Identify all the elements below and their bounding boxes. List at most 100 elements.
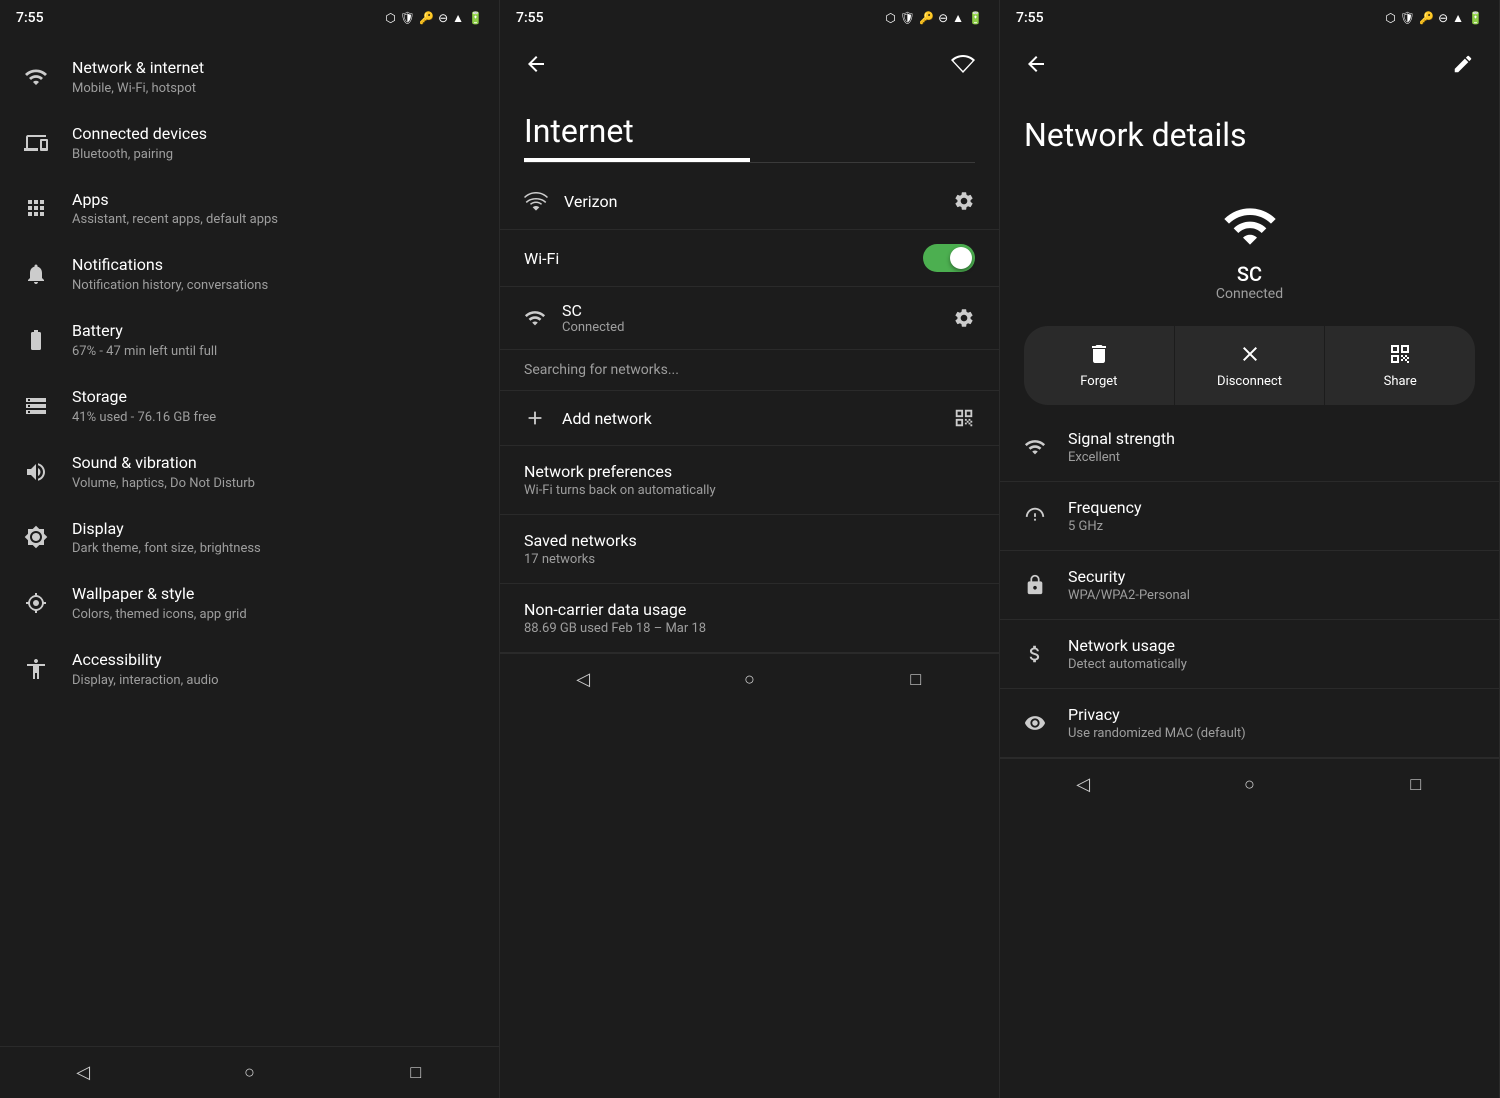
notifications-item-subtitle: Notification history, conversations <box>72 278 479 293</box>
home-button[interactable]: ○ <box>229 1053 269 1093</box>
back-button-internet[interactable] <box>516 44 556 84</box>
display-icon <box>20 521 52 553</box>
privacy-value: Use randomized MAC (default) <box>1068 726 1475 741</box>
wifi-toggle[interactable] <box>923 244 975 272</box>
carrier-settings-icon[interactable] <box>953 190 975 212</box>
sidebar-item-sound[interactable]: Sound & vibration Volume, haptics, Do No… <box>0 439 499 505</box>
forget-button[interactable]: Forget <box>1024 326 1175 405</box>
signal-strength-row: Signal strength Excellent <box>1000 413 1499 482</box>
signal-icon: ▲ <box>452 11 464 25</box>
back-button[interactable]: ◁ <box>63 1053 103 1093</box>
bottom-nav-1: ◁ ○ □ <box>0 1046 499 1098</box>
hero-connected-status: Connected <box>1216 286 1283 302</box>
security-info: Security WPA/WPA2-Personal <box>1068 567 1475 603</box>
recents-button-2[interactable]: □ <box>896 660 936 700</box>
signal-value: Excellent <box>1068 450 1475 465</box>
details-top-bar <box>1000 36 1499 92</box>
frequency-info: Frequency 5 GHz <box>1068 498 1475 534</box>
saved-networks-title: Saved networks <box>524 531 975 550</box>
status-icons-2: ⬡ 🛡 🔑 ⊖ ▲ 🔋 <box>885 11 983 25</box>
details-header: Network details <box>1000 92 1499 174</box>
display-item-title: Display <box>72 519 479 540</box>
carrier-name: Verizon <box>564 192 937 211</box>
devices-item-title: Connected devices <box>72 124 479 145</box>
tab-active[interactable] <box>524 158 750 162</box>
network-preferences-item[interactable]: Network preferences Wi-Fi turns back on … <box>500 446 999 515</box>
sidebar-item-display[interactable]: Display Dark theme, font size, brightnes… <box>0 505 499 571</box>
accessibility-item-text: Accessibility Display, interaction, audi… <box>72 650 479 688</box>
frequency-row: Frequency 5 GHz <box>1000 482 1499 551</box>
network-settings-icon[interactable] <box>953 307 975 329</box>
network-info: SC Connected <box>562 301 937 335</box>
status-bar-2: 7:55 ⬡ 🛡 🔑 ⊖ ▲ 🔋 <box>500 0 999 36</box>
back-button-details[interactable] <box>1016 44 1056 84</box>
network-status: Connected <box>562 320 937 335</box>
settings-list: Network & internet Mobile, Wi-Fi, hotspo… <box>0 36 499 1046</box>
qr-icon[interactable] <box>953 407 975 429</box>
eye-icon <box>1024 712 1052 734</box>
saved-networks-item[interactable]: Saved networks 17 networks <box>500 515 999 584</box>
key-icon-3: 🔑 <box>1419 11 1434 25</box>
add-network-row[interactable]: Add network <box>500 391 999 446</box>
network-item-text: Network & internet Mobile, Wi-Fi, hotspo… <box>72 58 479 96</box>
display-item-text: Display Dark theme, font size, brightnes… <box>72 519 479 557</box>
sidebar-item-storage[interactable]: Storage 41% used - 76.16 GB free <box>0 373 499 439</box>
lock-icon <box>1024 574 1052 596</box>
details-title: Network details <box>1024 116 1475 154</box>
key-icon-2: 🔑 <box>919 11 934 25</box>
signal-icon-3: ▲ <box>1452 11 1464 25</box>
recents-button[interactable]: □ <box>396 1053 436 1093</box>
disconnect-label: Disconnect <box>1217 374 1282 389</box>
wifi-row: Wi-Fi <box>500 230 999 287</box>
shield-icon: 🛡 <box>400 11 415 25</box>
forget-label: Forget <box>1080 374 1117 389</box>
home-button-3[interactable]: ○ <box>1229 765 1269 805</box>
internet-top-bar <box>500 36 999 92</box>
privacy-row: Privacy Use randomized MAC (default) <box>1000 689 1499 758</box>
toggle-thumb <box>950 247 972 269</box>
sidebar-item-apps[interactable]: Apps Assistant, recent apps, default app… <box>0 176 499 242</box>
network-item-subtitle: Mobile, Wi-Fi, hotspot <box>72 81 479 96</box>
hero-network-name: SC <box>1237 262 1262 286</box>
share-button[interactable]: Share <box>1325 326 1475 405</box>
status-icons-3: ⬡ 🛡 🔑 ⊖ ▲ 🔋 <box>1385 11 1483 25</box>
sidebar-item-wallpaper[interactable]: Wallpaper & style Colors, themed icons, … <box>0 570 499 636</box>
connected-network-row[interactable]: SC Connected <box>500 287 999 350</box>
connected-wifi-icon <box>524 307 546 329</box>
sidebar-item-accessibility[interactable]: Accessibility Display, interaction, audi… <box>0 636 499 702</box>
home-button-2[interactable]: ○ <box>729 660 769 700</box>
battery-item-text: Battery 67% - 47 min left until full <box>72 321 479 359</box>
add-icon <box>524 407 546 429</box>
cast-icon-3: ⬡ <box>1385 11 1395 25</box>
frequency-icon <box>1024 505 1052 527</box>
sound-item-title: Sound & vibration <box>72 453 479 474</box>
shield-icon-3: 🛡 <box>1400 11 1415 25</box>
edit-button[interactable] <box>1443 44 1483 84</box>
sidebar-item-battery[interactable]: Battery 67% - 47 min left until full <box>0 307 499 373</box>
status-time-2: 7:55 <box>516 10 544 26</box>
notifications-item-title: Notifications <box>72 255 479 276</box>
disconnect-button[interactable]: Disconnect <box>1175 326 1326 405</box>
back-button-2[interactable]: ◁ <box>563 660 603 700</box>
wallpaper-icon <box>20 587 52 619</box>
storage-icon <box>20 390 52 422</box>
recents-button-3[interactable]: □ <box>1396 765 1436 805</box>
wifi-qr-button[interactable] <box>943 44 983 84</box>
bottom-nav-3: ◁ ○ □ <box>1000 758 1499 810</box>
sidebar-item-network[interactable]: Network & internet Mobile, Wi-Fi, hotspo… <box>0 44 499 110</box>
security-title: Security <box>1068 567 1475 586</box>
tab-bar <box>524 158 975 163</box>
tab-inactive[interactable] <box>750 158 976 162</box>
signal-strength-icon <box>1024 436 1052 458</box>
bottom-nav-2: ◁ ○ □ <box>500 653 999 705</box>
sidebar-item-devices[interactable]: Connected devices Bluetooth, pairing <box>0 110 499 176</box>
back-button-3[interactable]: ◁ <box>1063 765 1103 805</box>
battery-settings-icon <box>20 324 52 356</box>
security-row: Security WPA/WPA2-Personal <box>1000 551 1499 620</box>
share-icon <box>1388 342 1412 366</box>
data-usage-item[interactable]: Non-carrier data usage 88.69 GB used Feb… <box>500 584 999 653</box>
carrier-row[interactable]: Verizon <box>500 173 999 230</box>
sidebar-item-notifications[interactable]: Notifications Notification history, conv… <box>0 241 499 307</box>
battery-icon-3: 🔋 <box>1468 11 1483 25</box>
data-usage-title: Non-carrier data usage <box>524 600 975 619</box>
